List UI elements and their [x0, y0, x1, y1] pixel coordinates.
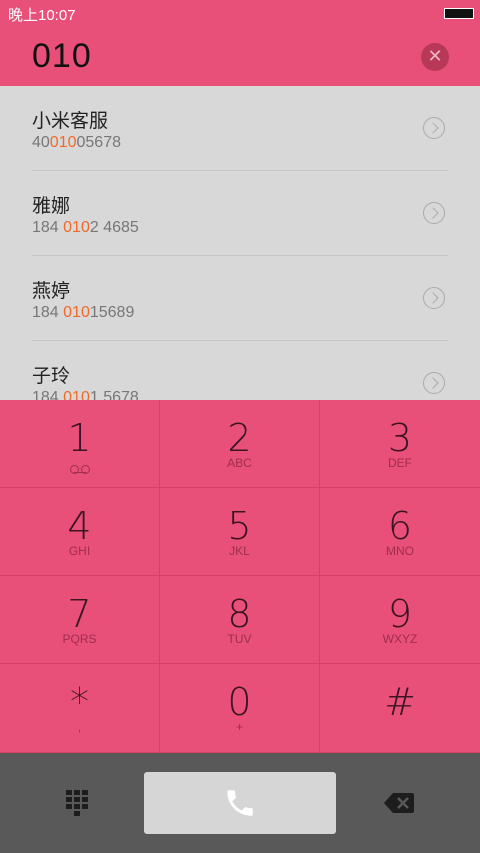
contact-name: 小米客服 — [32, 110, 109, 132]
status-bar: 晚上10:07 — [0, 0, 480, 26]
contact-name: 子玲 — [32, 365, 71, 387]
match-highlight: 010 — [63, 389, 90, 400]
match-highlight: 010 — [63, 219, 90, 236]
contact-number: 4001005678 — [32, 134, 121, 151]
dial-keypad: 1 2 ABC 3 DEF 4 GHI 5 JKL 6 MNO 7 PQRS 8 TUV 9W… — [0, 400, 480, 753]
chevron-right-icon[interactable] — [423, 287, 445, 309]
match-highlight: 010 — [49, 134, 77, 151]
key-5[interactable]: 5 JKL — [160, 488, 320, 576]
key-7[interactable]: 7 PQRS — [0, 576, 160, 664]
dialpad-icon[interactable] — [66, 790, 92, 816]
key-2[interactable]: 2 ABC — [160, 400, 320, 488]
key-star[interactable]: *, — [0, 664, 160, 753]
status-time: 晚上10:07 — [8, 7, 76, 24]
chevron-right-icon[interactable] — [423, 372, 445, 394]
phone-icon — [227, 790, 253, 816]
contact-row[interactable]: 子玲 184 0101 5678 — [32, 341, 448, 400]
backspace-icon[interactable] — [384, 793, 414, 817]
contact-row[interactable]: 小米客服 4001005678 — [32, 86, 448, 171]
chevron-right-icon[interactable] — [423, 202, 445, 224]
contact-number: 184 0102 4685 — [32, 219, 139, 236]
contact-number: 184 0101 5678 — [32, 389, 139, 400]
voicemail-icon — [69, 465, 90, 474]
contact-name: 雅娜 — [32, 195, 71, 217]
contact-number: 184 01015689 — [32, 304, 135, 321]
contact-row[interactable]: 雅娜 184 0102 4685 — [32, 171, 448, 256]
key-6[interactable]: 6 MNO — [320, 488, 480, 576]
clear-circle-icon[interactable]: ✕ — [421, 43, 449, 71]
dialed-number[interactable]: 010 — [32, 37, 92, 76]
key-9[interactable]: 9 WXYZ — [320, 576, 480, 664]
battery-icon — [444, 8, 474, 19]
contact-name: 燕婷 — [32, 280, 71, 302]
contact-suggestion-list: 小米客服 4001005678 雅娜 184 0102 4685 燕婷 184 … — [0, 86, 480, 400]
key-8[interactable]: 8 TUV — [160, 576, 320, 664]
call-button[interactable] — [144, 772, 336, 834]
key-0[interactable]: 0 + — [160, 664, 320, 753]
key-1[interactable]: 1 — [0, 400, 160, 488]
dial-input-bar: 010 ✕ — [0, 26, 480, 86]
key-3[interactable]: 3 DEF — [320, 400, 480, 488]
chevron-right-icon[interactable] — [423, 117, 445, 139]
key-4[interactable]: 4 GHI — [0, 488, 160, 576]
bottom-action-bar — [0, 753, 480, 853]
key-hash[interactable]: # — [320, 664, 480, 753]
contact-row[interactable]: 燕婷 184 01015689 — [32, 256, 448, 341]
match-highlight: 010 — [63, 304, 90, 321]
